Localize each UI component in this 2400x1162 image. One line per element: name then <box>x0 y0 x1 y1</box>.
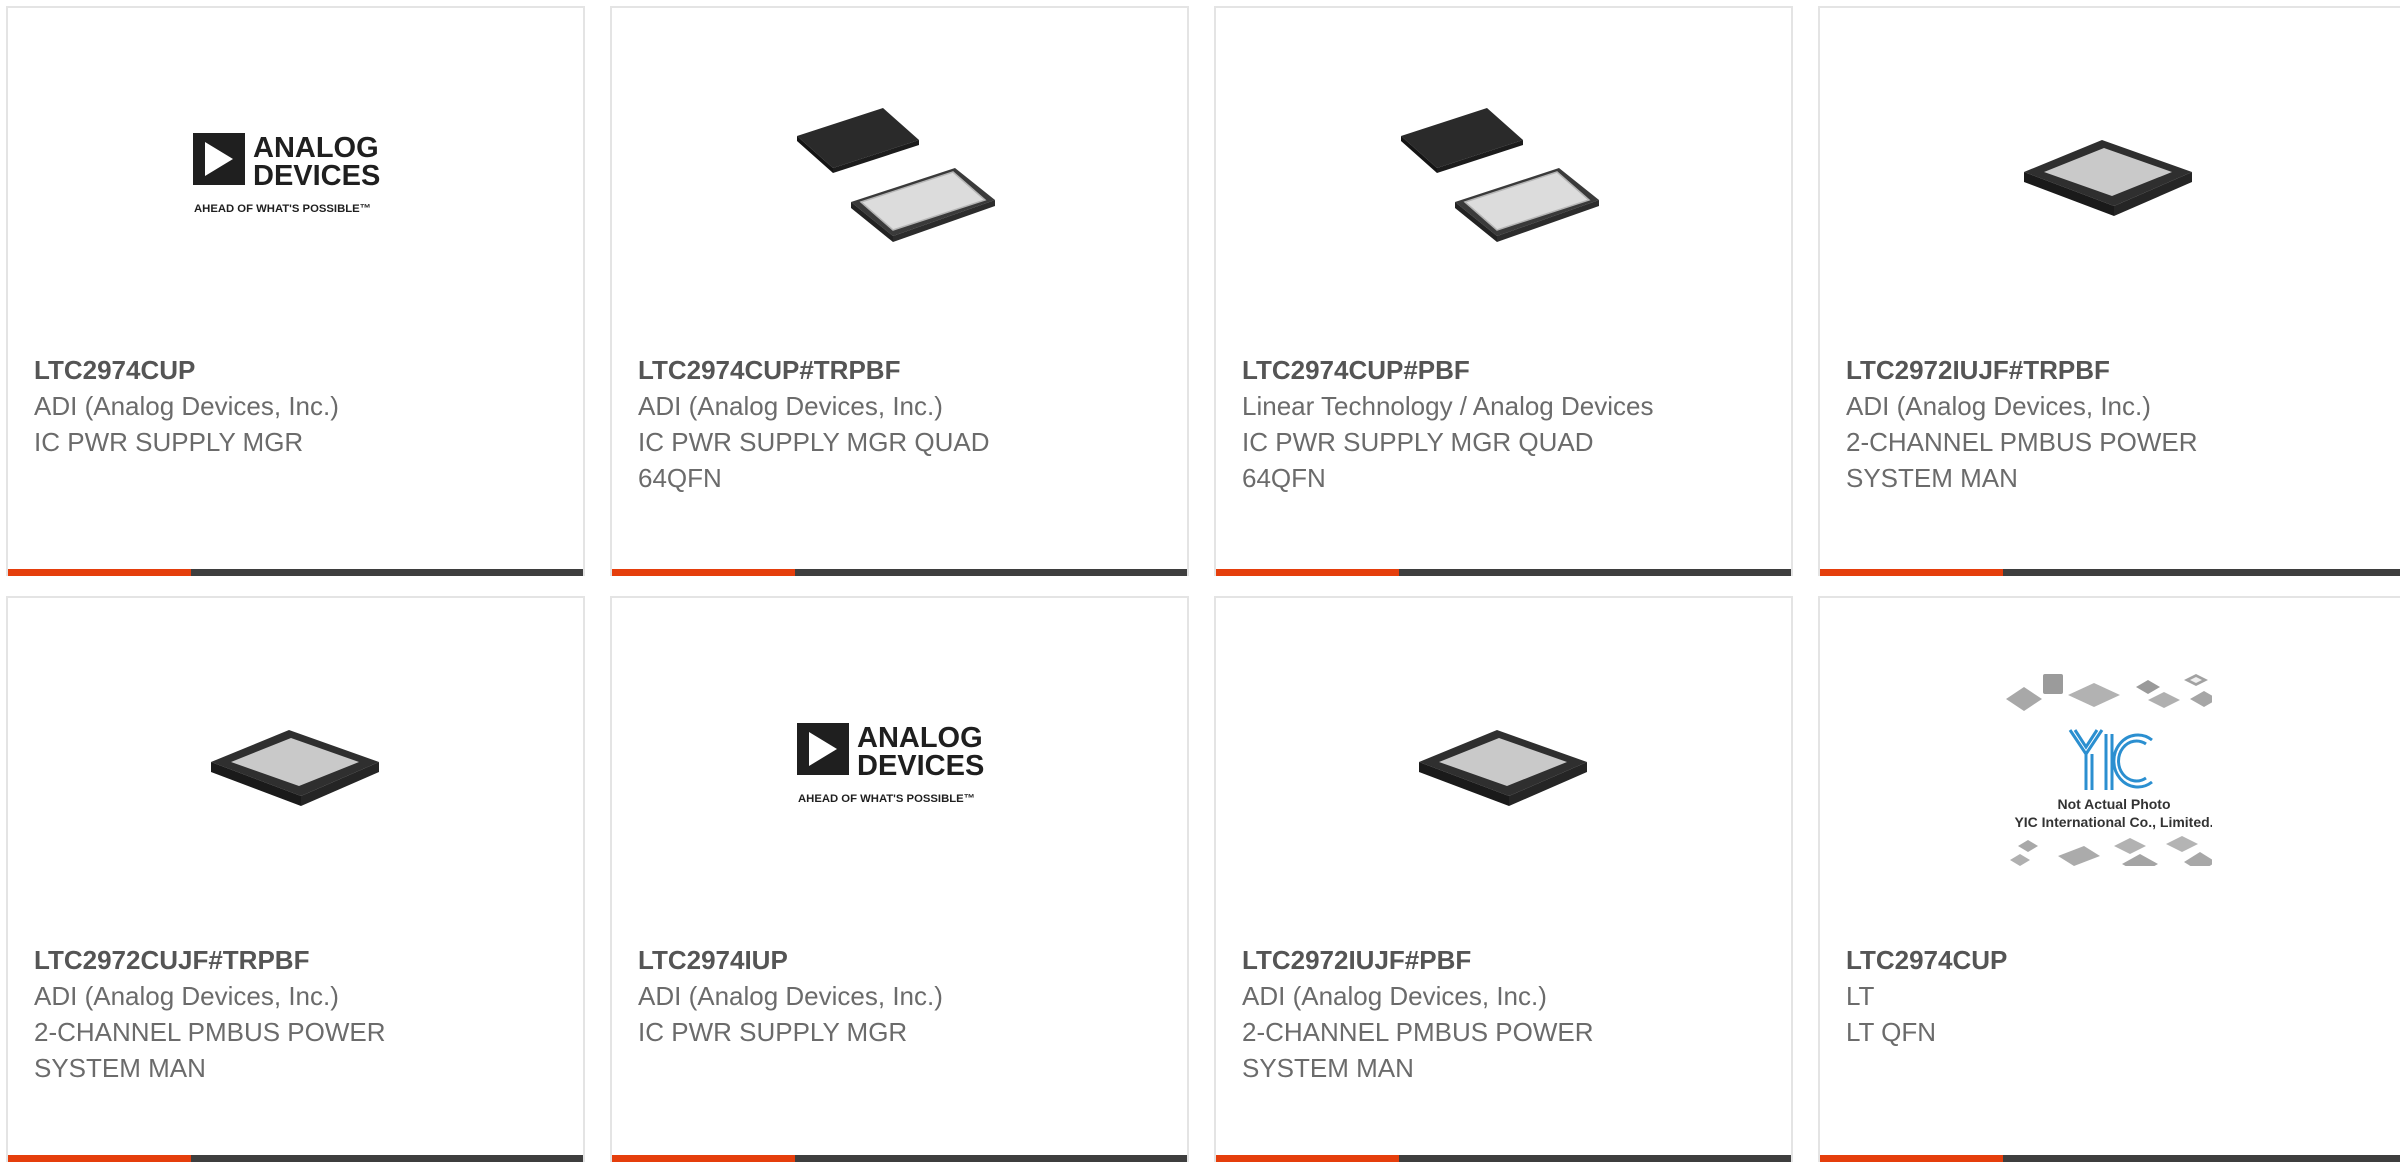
card-accent-bar <box>8 569 191 576</box>
part-number[interactable]: LTC2972IUJF#PBF <box>1242 942 1765 978</box>
product-image[interactable]: Not Actual Photo YIC International Co., … <box>2006 660 2212 866</box>
placeholder-line2: YIC International Co., Limited. <box>2014 814 2212 830</box>
description: 2-CHANNEL PMBUS POWER SYSTEM MAN <box>34 1017 386 1083</box>
analog-devices-logo: ANALOG DEVICES AHEAD OF WHAT'S POSSIBLE™ <box>192 132 380 215</box>
card-accent-bar <box>1216 1155 1399 1162</box>
card-footer-bar <box>1216 1155 1791 1162</box>
part-number[interactable]: LTC2974CUP <box>1846 942 2374 978</box>
part-number[interactable]: LTC2972CUJF#TRPBF <box>34 942 557 978</box>
description: 2-CHANNEL PMBUS POWER SYSTEM MAN <box>1242 1017 1594 1083</box>
product-image[interactable] <box>193 660 399 866</box>
manufacturer: ADI (Analog Devices, Inc.) <box>1846 391 2151 421</box>
card-accent-bar <box>612 1155 795 1162</box>
product-image[interactable] <box>1400 70 1607 276</box>
yic-brand-mark <box>2068 729 2153 790</box>
card-footer-bar <box>612 1155 1187 1162</box>
placeholder-line1: Not Actual Photo <box>2057 796 2170 812</box>
card-accent-bar <box>612 569 795 576</box>
not-actual-photo-image: Not Actual Photo YIC International Co., … <box>2006 674 2212 866</box>
manufacturer: ADI (Analog Devices, Inc.) <box>1242 981 1547 1011</box>
product-image[interactable] <box>2006 70 2212 276</box>
logo-tagline: AHEAD OF WHAT'S POSSIBLE™ <box>798 793 975 805</box>
qfn-chip-image <box>2024 140 2192 216</box>
product-image[interactable] <box>796 70 1003 276</box>
logo-tagline: AHEAD OF WHAT'S POSSIBLE™ <box>194 203 371 215</box>
description: IC PWR SUPPLY MGR <box>34 427 304 457</box>
product-card[interactable]: ANALOG DEVICES AHEAD OF WHAT'S POSSIBLE™… <box>6 6 585 576</box>
qfn-chip-pair-image <box>1400 108 1599 242</box>
part-number[interactable]: LTC2974CUP <box>34 352 557 388</box>
card-footer-bar <box>612 569 1187 576</box>
card-accent-bar <box>1216 569 1399 576</box>
part-number[interactable]: LTC2974IUP <box>638 942 1161 978</box>
card-footer-bar <box>1820 1155 2400 1162</box>
part-number[interactable]: LTC2974CUP#TRPBF <box>638 352 1161 388</box>
product-card[interactable]: LTC2972CUJF#TRPBF ADI (Analog Devices, I… <box>6 596 585 1162</box>
product-card[interactable]: Not Actual Photo YIC International Co., … <box>1818 596 2400 1162</box>
description: 2-CHANNEL PMBUS POWER SYSTEM MAN <box>1846 427 2198 493</box>
card-footer-bar <box>8 1155 583 1162</box>
card-accent-bar <box>8 1155 191 1162</box>
product-image[interactable]: ANALOG DEVICES AHEAD OF WHAT'S POSSIBLE™ <box>796 660 1003 866</box>
product-card[interactable]: LTC2972IUJF#PBF ADI (Analog Devices, Inc… <box>1214 596 1793 1162</box>
description: LT QFN <box>1846 1017 1937 1047</box>
part-number[interactable]: LTC2972IUJF#TRPBF <box>1846 352 2374 388</box>
part-number[interactable]: LTC2974CUP#PBF <box>1242 352 1765 388</box>
qfn-chip-image <box>210 730 379 806</box>
manufacturer: Linear Technology / Analog Devices <box>1242 391 1654 421</box>
card-footer-bar <box>1820 569 2400 576</box>
product-image[interactable] <box>1401 660 1607 866</box>
manufacturer: ADI (Analog Devices, Inc.) <box>638 391 943 421</box>
product-card[interactable]: LTC2974CUP#TRPBF ADI (Analog Devices, In… <box>610 6 1189 576</box>
logo-line2: DEVICES <box>253 160 380 192</box>
description: IC PWR SUPPLY MGR QUAD 64QFN <box>1242 427 1594 493</box>
logo-line2: DEVICES <box>857 750 984 782</box>
card-footer-bar <box>8 569 583 576</box>
qfn-chip-pair-image <box>796 108 995 242</box>
description: IC PWR SUPPLY MGR <box>638 1017 908 1047</box>
card-footer-bar <box>1216 569 1791 576</box>
product-card[interactable]: ANALOG DEVICES AHEAD OF WHAT'S POSSIBLE™… <box>610 596 1189 1162</box>
product-card[interactable]: LTC2972IUJF#TRPBF ADI (Analog Devices, I… <box>1818 6 2400 576</box>
product-image[interactable]: ANALOG DEVICES AHEAD OF WHAT'S POSSIBLE™ <box>192 70 399 276</box>
card-accent-bar <box>1820 1155 2003 1162</box>
manufacturer: ADI (Analog Devices, Inc.) <box>638 981 943 1011</box>
manufacturer: ADI (Analog Devices, Inc.) <box>34 981 339 1011</box>
analog-devices-logo: ANALOG DEVICES AHEAD OF WHAT'S POSSIBLE™ <box>796 722 984 805</box>
description: IC PWR SUPPLY MGR QUAD 64QFN <box>638 427 990 493</box>
qfn-chip-image <box>1418 730 1587 806</box>
manufacturer: ADI (Analog Devices, Inc.) <box>34 391 339 421</box>
product-card[interactable]: LTC2974CUP#PBF Linear Technology / Analo… <box>1214 6 1793 576</box>
manufacturer: LT <box>1846 981 1875 1011</box>
product-grid: ANALOG DEVICES AHEAD OF WHAT'S POSSIBLE™… <box>0 0 2400 1162</box>
card-accent-bar <box>1820 569 2003 576</box>
